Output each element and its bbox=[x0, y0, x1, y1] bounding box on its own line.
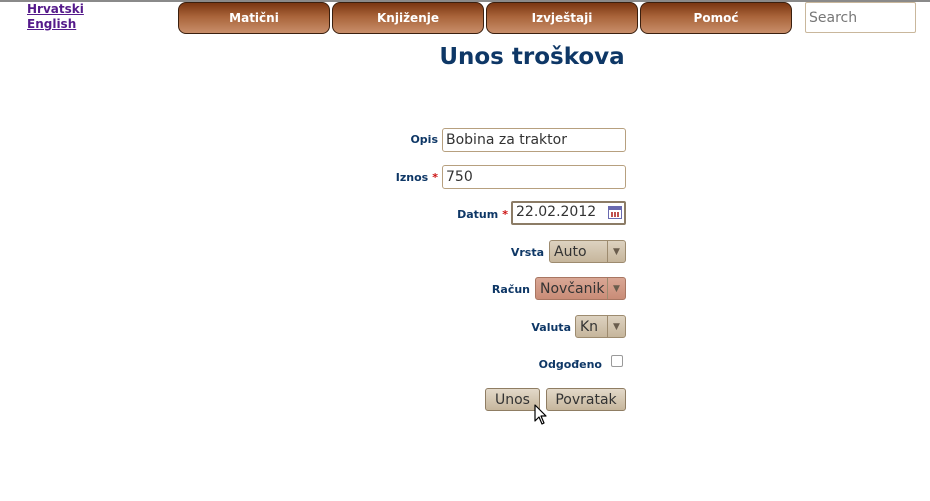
odgodeno-label: Odgođeno bbox=[538, 358, 602, 371]
nav-maticni[interactable]: Matični bbox=[178, 2, 330, 34]
required-marker: * bbox=[502, 208, 508, 221]
datum-value: 22.02.2012 bbox=[516, 204, 597, 220]
nav-pomoc[interactable]: Pomoć bbox=[640, 2, 792, 34]
language-link-en[interactable]: English bbox=[27, 17, 84, 32]
opis-label: Opis bbox=[410, 133, 438, 146]
page-title: Unos troškova bbox=[439, 44, 625, 70]
racun-value: Novčanik bbox=[540, 280, 605, 297]
racun-select[interactable]: Novčanik ▼ bbox=[535, 277, 626, 300]
datum-label: Datum * bbox=[457, 208, 508, 221]
racun-label: Račun bbox=[491, 283, 530, 296]
datum-field[interactable]: 22.02.2012 bbox=[511, 201, 626, 225]
valuta-select[interactable]: Kn ▼ bbox=[575, 315, 626, 338]
iznos-field[interactable] bbox=[442, 165, 626, 189]
required-marker: * bbox=[432, 171, 438, 184]
nav-izvjestaji[interactable]: Izvještaji bbox=[486, 2, 638, 34]
nav-knjizenje[interactable]: Knjiženje bbox=[332, 2, 484, 34]
povratak-button[interactable]: Povratak bbox=[546, 388, 626, 411]
chevron-down-icon: ▼ bbox=[607, 316, 625, 337]
language-switcher: Hrvatski English bbox=[27, 2, 84, 32]
language-link-hr[interactable]: Hrvatski bbox=[27, 2, 84, 17]
vrsta-label: Vrsta bbox=[510, 246, 544, 259]
iznos-label-text: Iznos bbox=[395, 171, 429, 184]
opis-field[interactable] bbox=[442, 128, 626, 152]
vrsta-select[interactable]: Auto ▼ bbox=[549, 240, 626, 263]
calendar-icon[interactable] bbox=[608, 206, 622, 219]
mouse-pointer-icon bbox=[534, 404, 547, 425]
valuta-label: Valuta bbox=[531, 321, 571, 334]
iznos-label: Iznos * bbox=[396, 171, 438, 184]
search-input[interactable] bbox=[805, 2, 916, 33]
unos-button[interactable]: Unos bbox=[485, 388, 540, 411]
chevron-down-icon: ▼ bbox=[607, 278, 625, 299]
datum-label-text: Datum bbox=[457, 208, 499, 221]
vrsta-value: Auto bbox=[554, 243, 587, 260]
chevron-down-icon: ▼ bbox=[607, 241, 625, 262]
odgodeno-checkbox[interactable] bbox=[611, 355, 623, 367]
valuta-value: Kn bbox=[580, 318, 599, 335]
